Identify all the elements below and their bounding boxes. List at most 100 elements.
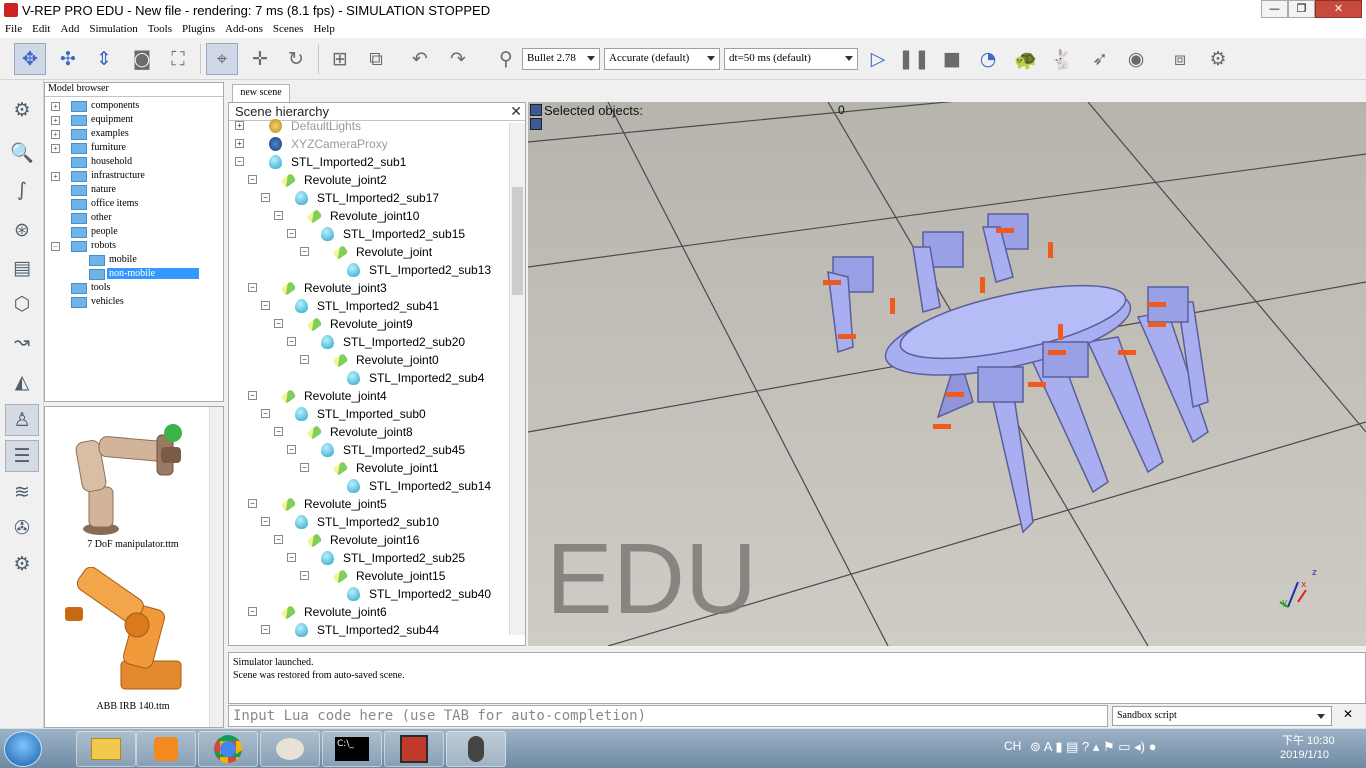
- hierarchy-item[interactable]: − Revolute_joint3: [229, 279, 509, 297]
- model-folder-item[interactable]: office items: [45, 197, 223, 211]
- model-folder-item[interactable]: people: [45, 225, 223, 239]
- model-folder-item[interactable]: vehicles: [45, 295, 223, 309]
- menu-file[interactable]: File: [0, 21, 27, 35]
- model-folder-item[interactable]: mobile: [45, 253, 223, 267]
- hierarchy-item[interactable]: − Revolute_joint10: [229, 207, 509, 225]
- hierarchy-item[interactable]: − Revolute_joint4: [229, 387, 509, 405]
- dynamics-icon[interactable]: ⚲: [490, 43, 522, 75]
- scrollbar-thumb[interactable]: [512, 187, 523, 295]
- viewport-menu-button[interactable]: [530, 118, 542, 130]
- script-select[interactable]: Sandbox script: [1112, 706, 1332, 726]
- model-folder-item[interactable]: + examples: [45, 127, 223, 141]
- redo-icon[interactable]: ↷: [442, 43, 474, 75]
- slow-icon[interactable]: 🐢: [1010, 43, 1042, 75]
- physics-engine-select[interactable]: Bullet 2.78: [522, 48, 600, 70]
- lua-command-input[interactable]: Input Lua code here (use TAB for auto-co…: [228, 705, 1108, 727]
- language-indicator[interactable]: CH: [1004, 739, 1021, 753]
- thumbnail-abb-irb-140[interactable]: ABB IRB 140.ttm: [49, 566, 217, 717]
- hierarchy-item[interactable]: − STL_Imported2_sub44: [229, 621, 509, 639]
- hierarchy-item[interactable]: − Revolute_joint16: [229, 531, 509, 549]
- expand-icon[interactable]: −: [248, 283, 257, 292]
- expand-icon[interactable]: −: [248, 499, 257, 508]
- shape-edit-icon[interactable]: ⬡: [5, 288, 39, 320]
- model-folder-item[interactable]: tools: [45, 281, 223, 295]
- expand-icon[interactable]: −: [300, 571, 309, 580]
- page-icon[interactable]: ⧈: [1164, 43, 1196, 75]
- thumbnails-scrollbar[interactable]: [209, 407, 223, 727]
- expand-icon[interactable]: −: [248, 175, 257, 184]
- viewport-menu-button[interactable]: [530, 104, 542, 116]
- hierarchy-item[interactable]: − Revolute_joint5: [229, 495, 509, 513]
- accuracy-select[interactable]: Accurate (default): [604, 48, 720, 70]
- menu-add[interactable]: Add: [55, 21, 84, 35]
- hierarchy-item[interactable]: STL_Imported2_sub4: [229, 369, 509, 387]
- expand-icon[interactable]: −: [287, 553, 296, 562]
- model-folder-item[interactable]: − robots: [45, 239, 223, 253]
- expand-icon[interactable]: −: [248, 607, 257, 616]
- hierarchy-item[interactable]: − Revolute_joint9: [229, 315, 509, 333]
- menu-help[interactable]: Help: [308, 21, 339, 35]
- menu-scenes[interactable]: Scenes: [268, 21, 309, 35]
- hierarchy-item[interactable]: − STL_Imported2_sub1: [229, 153, 509, 171]
- expand-icon[interactable]: −: [287, 229, 296, 238]
- fast-icon[interactable]: 🐇: [1046, 43, 1078, 75]
- menu-simulation[interactable]: Simulation: [84, 21, 142, 35]
- video-recorder-icon[interactable]: ✇: [5, 512, 39, 544]
- expand-icon[interactable]: −: [261, 193, 270, 202]
- hierarchy-item[interactable]: − Revolute_joint2: [229, 171, 509, 189]
- expand-icon[interactable]: +: [51, 144, 60, 153]
- stop-icon[interactable]: ■: [936, 43, 968, 75]
- expand-icon[interactable]: +: [51, 116, 60, 125]
- expand-icon[interactable]: −: [300, 247, 309, 256]
- model-folder-item[interactable]: + infrastructure: [45, 169, 223, 183]
- model-folder-item[interactable]: household: [45, 155, 223, 169]
- rotate-icon[interactable]: ⇕: [88, 43, 120, 75]
- expand-icon[interactable]: −: [248, 391, 257, 400]
- hierarchy-item[interactable]: STL_Imported2_sub13: [229, 261, 509, 279]
- hierarchy-item[interactable]: − STL_Imported2_sub20: [229, 333, 509, 351]
- threaded-rendering-icon[interactable]: ➶: [1084, 43, 1116, 75]
- expand-icon[interactable]: +: [235, 139, 244, 148]
- media-player-icon[interactable]: [136, 731, 196, 767]
- hierarchy-item[interactable]: − STL_Imported2_sub45: [229, 441, 509, 459]
- menu-tools[interactable]: Tools: [143, 21, 177, 35]
- hierarchy-item[interactable]: − STL_Imported2_sub10: [229, 513, 509, 531]
- close-window-button[interactable]: ✕: [1315, 0, 1362, 18]
- close-icon[interactable]: ✕: [510, 104, 522, 120]
- expand-icon[interactable]: −: [274, 535, 283, 544]
- layers-icon[interactable]: ⚙: [1202, 43, 1234, 75]
- expand-icon[interactable]: −: [300, 463, 309, 472]
- hierarchy-item[interactable]: − Revolute_joint0: [229, 351, 509, 369]
- tab-new-scene[interactable]: new scene: [232, 84, 290, 102]
- expand-icon[interactable]: +: [51, 130, 60, 139]
- hierarchy-item[interactable]: − Revolute_joint: [229, 243, 509, 261]
- expand-icon[interactable]: −: [274, 427, 283, 436]
- path-edit-icon[interactable]: ↝: [5, 326, 39, 358]
- timestep-select[interactable]: dt=50 ms (default): [724, 48, 858, 70]
- hierarchy-item[interactable]: + XYZCameraProxy: [229, 135, 509, 153]
- transfer-dna-icon[interactable]: ⧉: [360, 43, 392, 75]
- cmd-icon[interactable]: C:\_: [322, 731, 382, 767]
- thumbnail-7dof[interactable]: 7 DoF manipulator.ttm: [49, 411, 217, 561]
- expand-icon[interactable]: −: [274, 211, 283, 220]
- pause-icon[interactable]: ❚❚: [898, 43, 930, 75]
- object-rotate-icon[interactable]: ↻: [280, 43, 312, 75]
- hierarchy-scrollbar[interactable]: [509, 123, 525, 635]
- script-icon[interactable]: ∫: [5, 174, 39, 206]
- minimize-button[interactable]: —: [1261, 0, 1288, 18]
- hierarchy-item[interactable]: − STL_Imported2_sub25: [229, 549, 509, 567]
- move-icon[interactable]: ✥: [14, 43, 46, 75]
- hierarchy-item[interactable]: STL_Imported2_sub14: [229, 477, 509, 495]
- expand-icon[interactable]: −: [261, 301, 270, 310]
- settings-icon[interactable]: ⚙: [5, 94, 39, 126]
- maximize-button[interactable]: ❐: [1288, 0, 1315, 18]
- undo-icon[interactable]: ↶: [404, 43, 436, 75]
- hierarchy-item[interactable]: − Revolute_joint6: [229, 603, 509, 621]
- hierarchy-item[interactable]: + DefaultLights: [229, 117, 509, 135]
- expand-icon[interactable]: −: [274, 319, 283, 328]
- translate-icon[interactable]: ✣: [52, 43, 84, 75]
- tray-icons[interactable]: ⊚ A ▮ ▤ ? ▴ ⚑ ▭ ◂) ●: [1030, 739, 1156, 755]
- object-shift-icon[interactable]: ✛: [244, 43, 276, 75]
- hierarchy-item[interactable]: − Revolute_joint15: [229, 567, 509, 585]
- selection-icon[interactable]: ◭: [5, 366, 39, 398]
